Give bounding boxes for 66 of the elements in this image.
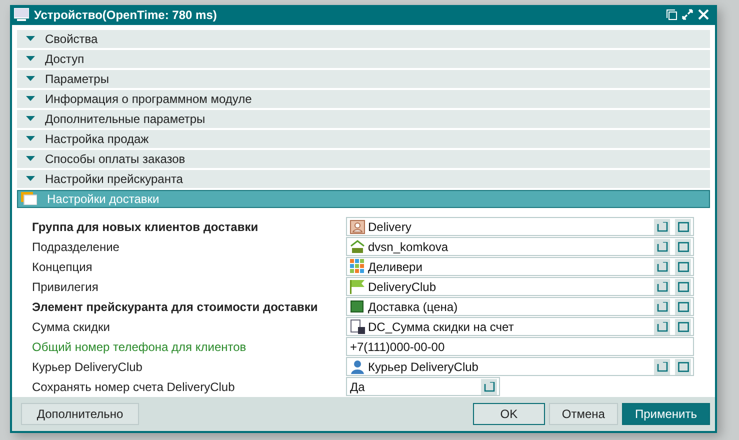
select-button[interactable] (654, 238, 670, 255)
field-label: Курьер DeliveryClub (32, 360, 142, 374)
field-label: Привилегия (32, 280, 98, 294)
more-button[interactable]: Дополнительно (21, 402, 139, 425)
section-header[interactable]: Информация о программном модуле (17, 90, 710, 108)
select-button[interactable] (654, 218, 670, 235)
field-label: Группа для новых клиентов доставки (32, 220, 258, 234)
house-icon (350, 239, 365, 254)
close-icon[interactable] (698, 9, 709, 20)
section-header[interactable]: Способы оплаты заказов (17, 150, 710, 168)
folder-icon (21, 192, 37, 206)
open-button[interactable] (675, 318, 691, 335)
input-field[interactable]: Delivery (346, 217, 694, 236)
section-header[interactable]: Параметры (17, 70, 710, 88)
input-field[interactable]: Деливери (346, 257, 694, 276)
grid-icon (350, 259, 365, 274)
open-button[interactable] (675, 278, 691, 295)
select-button[interactable] (654, 278, 670, 295)
open-button[interactable] (675, 258, 691, 275)
field-label: Элемент прейскуранта для стоимости доставки (32, 300, 318, 314)
open-button[interactable] (675, 218, 691, 235)
person-icon (350, 359, 365, 374)
select-button[interactable] (654, 258, 670, 275)
input-field[interactable]: DeliveryClub (346, 277, 694, 296)
dialog-button[interactable]: OK (472, 402, 545, 425)
caret-icon (26, 56, 35, 62)
section-header[interactable]: Настройки прейскуранта (17, 170, 710, 188)
caret-icon (26, 36, 35, 42)
dialog-button[interactable]: Применить (622, 402, 710, 425)
input-field[interactable]: +7(111)000-00-00 (346, 337, 694, 356)
input-field[interactable]: Доставка (цена) (346, 297, 694, 316)
field-label: Концепция (32, 260, 92, 274)
select-button[interactable] (654, 358, 670, 375)
field-label: Сохранять номер счета DeliveryClub (32, 380, 235, 394)
input-field[interactable]: Да (346, 377, 500, 396)
field-label: Общий номер телефона для клиентов (32, 340, 246, 354)
section-header[interactable]: Настройка продаж (17, 130, 710, 148)
caret-icon (26, 176, 35, 182)
select-button[interactable] (481, 378, 497, 395)
input-field[interactable]: DC_Сумма скидки на счет (346, 317, 694, 336)
restore-icon[interactable] (666, 9, 677, 20)
select-button[interactable] (654, 318, 670, 335)
dialog-button[interactable]: Отмена (548, 402, 618, 425)
input-field[interactable]: Курьер DeliveryClub (346, 357, 694, 376)
open-button[interactable] (675, 238, 691, 255)
section-header[interactable]: Дополнительные параметры (17, 110, 710, 128)
caret-icon (26, 116, 35, 122)
caret-icon (26, 136, 35, 142)
caret-icon (26, 96, 35, 102)
document-icon (350, 319, 365, 334)
field-label: Сумма скидки (32, 320, 110, 334)
window-title: Устройство(OpenTime: 780 ms) (34, 8, 218, 22)
expand-icon[interactable] (682, 9, 693, 20)
section-header[interactable]: Доступ (17, 50, 710, 68)
flag-icon (350, 279, 365, 294)
caret-icon (26, 76, 35, 82)
section-header[interactable]: Свойства (17, 30, 710, 48)
select-button[interactable] (654, 298, 670, 315)
open-button[interactable] (675, 298, 691, 315)
square-icon (350, 299, 365, 314)
caret-icon (26, 156, 35, 162)
contact-card-icon (350, 219, 365, 234)
monitor-icon (14, 8, 29, 22)
open-button[interactable] (675, 358, 691, 375)
input-field[interactable]: dvsn_komkova (346, 237, 694, 256)
field-label: Подразделение (32, 240, 120, 254)
